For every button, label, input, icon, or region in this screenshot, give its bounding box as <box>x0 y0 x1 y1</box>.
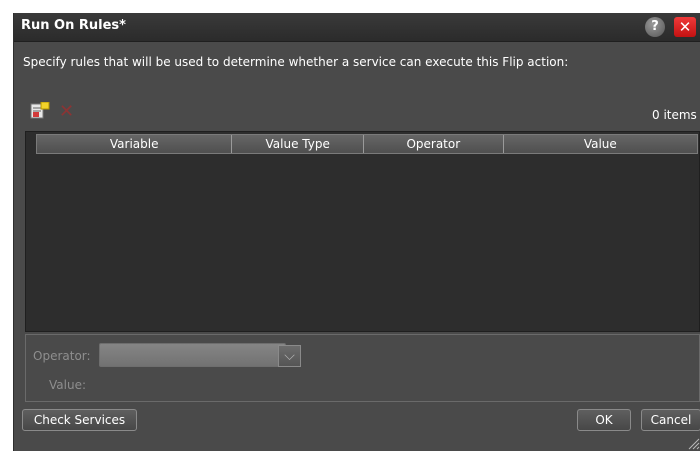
ok-button[interactable]: OK <box>577 409 631 431</box>
title-bar[interactable]: Run On Rules* ? ✕ <box>14 13 700 42</box>
chevron-down-icon[interactable]: ⌵ <box>278 345 301 367</box>
cancel-button[interactable]: Cancel <box>641 409 700 431</box>
table-header: Variable Value Type Operator Value <box>36 134 698 154</box>
add-rule-icon[interactable] <box>30 101 50 120</box>
value-label: Value: <box>49 378 86 392</box>
close-button[interactable]: ✕ <box>674 17 696 37</box>
items-count: 0 items <box>652 108 697 122</box>
column-header-value[interactable]: Value <box>504 135 697 153</box>
column-header-value-type[interactable]: Value Type <box>232 135 365 153</box>
operator-select[interactable] <box>99 343 286 367</box>
operator-label: Operator: <box>33 349 91 363</box>
rules-table[interactable]: Variable Value Type Operator Value <box>25 131 700 332</box>
column-header-variable[interactable]: Variable <box>37 135 233 153</box>
delete-rule-icon[interactable]: ✕ <box>59 103 77 121</box>
help-button[interactable]: ? <box>645 17 665 37</box>
column-header-operator[interactable]: Operator <box>364 135 504 153</box>
rule-editor-panel: Operator: ⌵ Value: <box>25 334 700 402</box>
check-services-button[interactable]: Check Services <box>22 409 137 431</box>
instruction-text: Specify rules that will be used to deter… <box>23 55 569 69</box>
run-on-rules-dialog: Run On Rules* ? ✕ Specify rules that wil… <box>13 13 700 451</box>
dialog-title: Run On Rules* <box>21 18 126 33</box>
resize-grip-icon[interactable] <box>686 435 700 450</box>
